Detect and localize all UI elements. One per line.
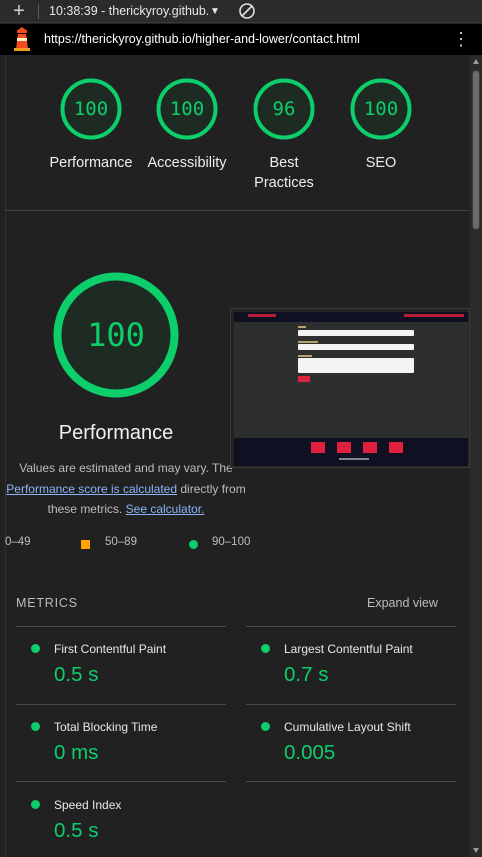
tab-dropdown-icon[interactable]: ▼ (210, 4, 220, 19)
url-text[interactable]: https://therickyroy.github.io/higher-and… (44, 32, 360, 46)
pass-circle-icon (31, 644, 40, 653)
gauge-ring: 100 (349, 77, 413, 141)
thumb-nav-links (404, 314, 464, 317)
metric-divider (246, 781, 456, 782)
thumb-body (234, 322, 468, 438)
metric-name: First Contentful Paint (54, 642, 167, 656)
new-tab-icon[interactable]: + (9, 0, 29, 23)
average-square-icon (81, 540, 90, 549)
gauge-ring: 100 (59, 77, 123, 141)
scrollbar-thumb[interactable] (472, 70, 480, 230)
tab-separator (38, 4, 39, 19)
thumb-input (298, 330, 414, 336)
thumb-footer (234, 438, 468, 466)
metric-divider (16, 626, 226, 627)
metric-value: 0 ms (54, 741, 99, 764)
performance-gauge-large: 100 (51, 270, 181, 400)
tab-title[interactable]: 10:38:39 - therickyroy.github.io (49, 4, 209, 19)
gauge-ring: 96 (252, 77, 316, 141)
metric-divider (16, 704, 226, 705)
legend-pass: 90–100 (212, 536, 251, 548)
pass-circle-icon (261, 722, 270, 731)
thumb-input (298, 344, 414, 350)
gauge-best-practices[interactable]: 96 Best Practices (235, 77, 333, 193)
expand-view-button[interactable]: Expand view (367, 596, 438, 610)
block-icon[interactable] (238, 2, 256, 20)
scroll-down-icon[interactable] (473, 848, 479, 853)
metric-value: 0.005 (284, 741, 336, 764)
gauge-accessibility[interactable]: 100 Accessibility (138, 77, 236, 173)
pass-circle-icon (261, 644, 270, 653)
performance-note: Values are estimated and may vary. The P… (0, 458, 262, 520)
see-calculator-link[interactable]: See calculator. (126, 502, 205, 516)
metric-value: 0.7 s (284, 663, 329, 686)
thumb-footer-text (339, 458, 369, 460)
gauge-performance[interactable]: 100 Performance (42, 77, 140, 173)
performance-score: 100 (87, 316, 145, 354)
thumb-label (298, 355, 312, 357)
metric-divider (246, 626, 456, 627)
thumb-social-icon (311, 442, 325, 453)
thumb-textarea (298, 358, 414, 373)
metrics-heading: METRICS (16, 596, 78, 610)
metric-value: 0.5 s (54, 819, 99, 842)
pass-circle-icon (31, 800, 40, 809)
metric-divider (246, 704, 456, 705)
pass-circle-icon (31, 722, 40, 731)
scroll-up-icon[interactable] (473, 59, 479, 64)
browser-tab-strip: + 10:38:39 - therickyroy.github.io ▼ (0, 0, 482, 23)
thumb-social-icon (389, 442, 403, 453)
legend-average: 50–89 (105, 536, 137, 548)
thumb-label (298, 341, 318, 343)
metric-name: Total Blocking Time (54, 720, 158, 734)
pass-circle-icon (189, 540, 198, 549)
gauge-label: Performance (49, 155, 133, 171)
thumb-nav (234, 312, 468, 322)
section-divider (5, 210, 470, 211)
address-bar: https://therickyroy.github.io/higher-and… (0, 24, 482, 55)
metric-name: Largest Contentful Paint (284, 642, 413, 656)
metric-divider (16, 781, 226, 782)
legend-fail: 0–49 (5, 536, 31, 548)
page-screenshot-thumbnail[interactable] (230, 308, 470, 468)
lighthouse-report: 100 Performance 100 Accessibility 96 Bes… (0, 55, 470, 857)
thumb-social-icon (363, 442, 377, 453)
performance-title: Performance (58, 422, 174, 444)
metric-value: 0.5 s (54, 663, 99, 686)
gauge-score: 100 (363, 98, 399, 120)
gauge-score: 100 (169, 98, 205, 120)
metric-name: Cumulative Layout Shift (284, 720, 411, 734)
gauge-label: Best Practices (254, 155, 314, 191)
thumb-social-icon (337, 442, 351, 453)
gauge-label: SEO (365, 155, 397, 171)
gauge-label: Accessibility (147, 155, 227, 171)
note-text: Values are estimated and may vary. The (19, 461, 233, 475)
gauge-score: 96 (272, 98, 296, 120)
thumb-label (298, 326, 306, 328)
score-calculation-link[interactable]: Performance score is calculated (6, 482, 177, 496)
gauge-score: 100 (73, 98, 109, 120)
more-menu-icon[interactable]: ⋮ (452, 29, 470, 49)
vertical-scrollbar[interactable] (470, 55, 482, 857)
lighthouse-icon (14, 27, 30, 51)
thumb-logo (248, 314, 276, 317)
report-left-border (5, 55, 6, 857)
thumb-submit (298, 376, 310, 382)
metric-name: Speed Index (54, 798, 122, 812)
gauge-seo[interactable]: 100 SEO (332, 77, 430, 173)
gauge-ring: 100 (155, 77, 219, 141)
